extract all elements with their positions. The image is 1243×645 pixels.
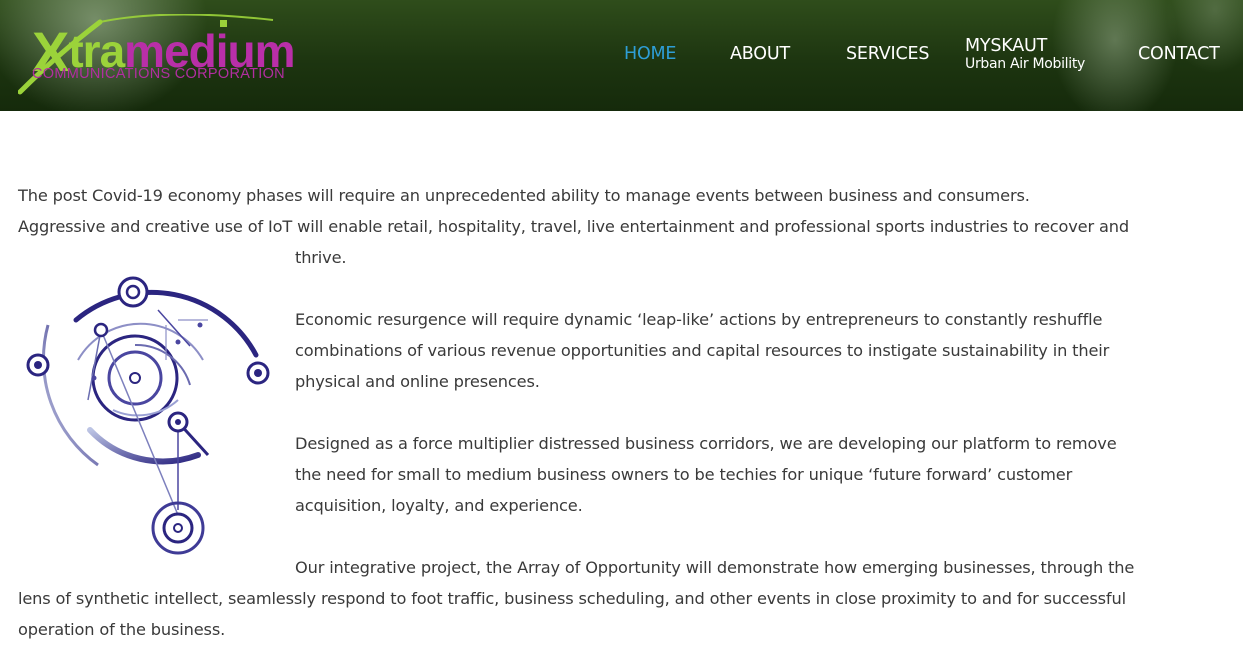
paragraph-line: thrive. (295, 248, 347, 267)
paragraph-line: Economic resurgence will require dynamic… (295, 310, 1103, 329)
nav-services[interactable]: SERVICES (846, 44, 929, 64)
nav-myskaut[interactable]: MYSKAUT Urban Air Mobility (965, 36, 1086, 72)
site-header: Xtramedium COMMUNICATIONS CORPORATION HO… (0, 0, 1243, 111)
main-nav: HOME ABOUT SERVICES MYSKAUT Urban Air Mo… (0, 0, 1243, 111)
main-content: The post Covid-19 economy phases will re… (18, 180, 1223, 645)
nav-home[interactable]: HOME (624, 44, 676, 64)
nav-myskaut-label: MYSKAUT (965, 36, 1048, 56)
nav-about[interactable]: ABOUT (730, 44, 790, 64)
nav-myskaut-sublabel: Urban Air Mobility (965, 55, 1086, 72)
nav-contact[interactable]: CONTACT (1138, 44, 1220, 64)
paragraph-line: combinations of various revenue opportun… (295, 341, 1110, 360)
paragraph-line: Aggressive and creative use of IoT will … (18, 217, 1129, 236)
paragraph-line: Designed as a force multiplier distresse… (295, 434, 1117, 453)
paragraph-line: physical and online presences. (295, 372, 540, 391)
paragraph-line: Our integrative project, the Array of Op… (295, 558, 1135, 577)
paragraph-line: operation of the business. (18, 620, 226, 639)
paragraph-line: the need for small to medium business ow… (295, 465, 1073, 484)
paragraph-line: acquisition, loyalty, and experience. (295, 496, 583, 515)
paragraph-line: lens of synthetic intellect, seamlessly … (18, 589, 1126, 608)
paragraph-line: The post Covid-19 economy phases will re… (18, 186, 1030, 205)
